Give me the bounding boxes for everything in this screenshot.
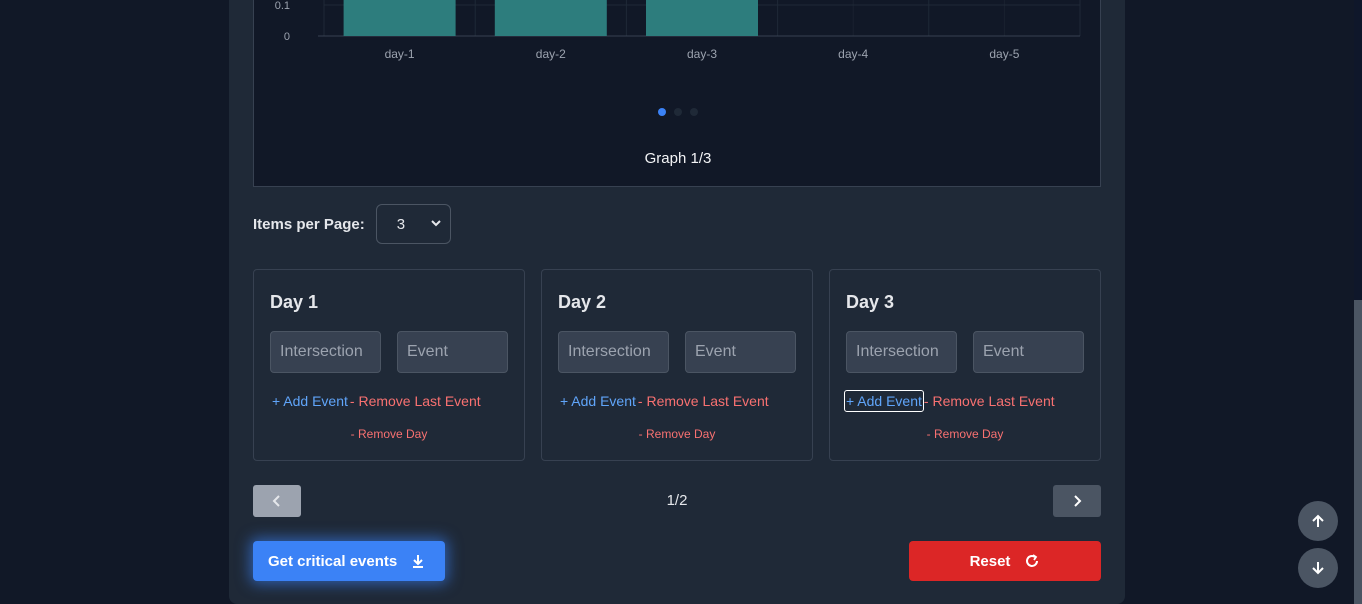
refresh-icon — [1026, 554, 1039, 567]
page-scrollbar[interactable] — [1354, 0, 1362, 604]
intersection-input[interactable]: Intersection — [558, 331, 669, 373]
day-card: Day 2 Intersection Event + Add Event - R… — [541, 269, 813, 461]
day-actions: + Add Event - Remove Last Event — [558, 390, 769, 412]
remove-day-button[interactable]: - Remove Day — [254, 427, 524, 441]
day-actions: + Add Event - Remove Last Event — [270, 390, 481, 412]
x-tick-label: day-1 — [385, 47, 415, 61]
bar — [343, 0, 456, 36]
get-critical-events-button[interactable]: Get critical events — [253, 541, 445, 581]
items-per-page-select[interactable]: 3 — [375, 204, 451, 244]
carousel-dot[interactable] — [658, 108, 666, 116]
remove-day-button[interactable]: - Remove Day — [542, 427, 812, 441]
x-tick-label: day-5 — [989, 47, 1019, 61]
day-title: Day 3 — [846, 292, 895, 312]
add-event-button[interactable]: + Add Event — [558, 390, 638, 412]
bar — [646, 0, 758, 36]
x-tick-label: day-3 — [687, 47, 717, 61]
carousel-dot[interactable] — [674, 108, 682, 116]
main-panel: 0.1 0 day-1 day-2 day-3 day-4 day-5 Graph 1/3 … — [229, 0, 1125, 604]
arrow-up-icon — [1312, 514, 1324, 527]
next-page-button[interactable] — [1053, 485, 1101, 517]
add-event-button[interactable]: + Add Event — [844, 390, 924, 412]
day-actions: + Add Event - Remove Last Event — [844, 390, 1055, 412]
intersection-input[interactable]: Intersection — [846, 331, 957, 373]
remove-last-event-button[interactable]: - Remove Last Event — [638, 393, 769, 409]
day-title: Day 2 — [558, 292, 607, 312]
chevron-down-icon — [431, 220, 441, 227]
carousel-dot[interactable] — [690, 108, 698, 116]
y-tick-label: 0.1 — [275, 0, 290, 12]
event-input[interactable]: Event — [685, 331, 796, 373]
bar — [494, 0, 607, 36]
add-event-button[interactable]: + Add Event — [270, 390, 350, 412]
scroll-down-button[interactable] — [1298, 548, 1338, 588]
day-title: Day 1 — [270, 292, 319, 312]
day-card: Day 1 Intersection Event + Add Event - R… — [253, 269, 525, 461]
arrow-down-icon — [1312, 562, 1324, 575]
intersection-input[interactable]: Intersection — [270, 331, 381, 373]
bar-chart: 0.1 0 day-1 day-2 day-3 day-4 day-5 — [275, 0, 1081, 61]
download-icon — [413, 555, 424, 568]
chevron-left-icon — [272, 495, 280, 507]
remove-last-event-button[interactable]: - Remove Last Event — [350, 393, 481, 409]
day-cards: Day 1 Intersection Event + Add Event - R… — [253, 269, 1101, 461]
page-indicator: 1/2 — [666, 492, 688, 509]
get-critical-events-label: Get critical events — [268, 552, 398, 570]
chart-card: 0.1 0 day-1 day-2 day-3 day-4 day-5 Graph 1/3 — [253, 0, 1101, 187]
items-per-page-value: 3 — [396, 215, 406, 233]
remove-last-event-button[interactable]: - Remove Last Event — [924, 393, 1055, 409]
x-tick-label: day-4 — [838, 47, 868, 61]
x-tick-label: day-2 — [536, 47, 566, 61]
event-input[interactable]: Event — [397, 331, 508, 373]
previous-page-button[interactable] — [253, 485, 301, 517]
graph-label: Graph 1/3 — [644, 150, 712, 167]
chevron-right-icon — [1074, 495, 1082, 507]
items-per-page-label: Items per Page: — [253, 215, 365, 233]
day-card: Day 3 Intersection Event + Add Event - R… — [829, 269, 1101, 461]
reset-button[interactable]: Reset — [909, 541, 1101, 581]
y-tick-label: 0 — [284, 31, 290, 43]
reset-label: Reset — [969, 552, 1011, 570]
scroll-up-button[interactable] — [1298, 501, 1338, 541]
items-per-page: Items per Page: 3 — [253, 204, 451, 244]
event-input[interactable]: Event — [973, 331, 1084, 373]
remove-day-button[interactable]: - Remove Day — [830, 427, 1100, 441]
scrollbar-thumb[interactable] — [1354, 300, 1362, 604]
carousel-dots — [254, 108, 1102, 116]
